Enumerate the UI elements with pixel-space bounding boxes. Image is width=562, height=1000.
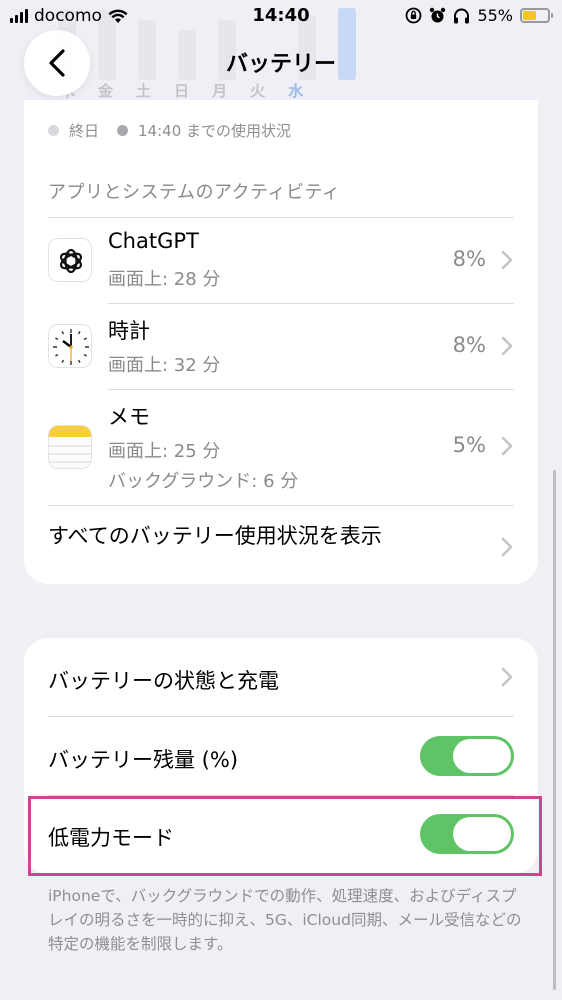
- legend-all-day: 終日: [69, 122, 100, 140]
- scrollbar[interactable]: [553, 470, 556, 990]
- app-background-time: バックグラウンド: 6 分: [108, 471, 299, 492]
- app-row-notes[interactable]: メモ 画面上: 25 分 バックグラウンド: 6 分 5%: [48, 389, 514, 505]
- chevron-right-icon: [501, 336, 513, 356]
- chevron-right-icon: [501, 436, 513, 456]
- app-name: 時計: [108, 319, 150, 343]
- low-power-mode-toggle[interactable]: [420, 814, 514, 854]
- show-all-battery-usage[interactable]: すべてのバッテリー使用状況を表示: [48, 520, 382, 550]
- alarm-icon: [430, 7, 446, 23]
- legend-dot: [48, 125, 59, 136]
- battery-percentage-row: バッテリー残量 (%): [24, 717, 538, 795]
- chevron-right-icon: [501, 537, 513, 557]
- day-label-today: 水: [288, 82, 304, 100]
- legend-until-now: 14:40 までの使用状況: [138, 122, 292, 140]
- low-power-mode-description: iPhoneで、バックグラウンドでの動作、処理速度、およびディスプレイの明るさを…: [48, 887, 522, 953]
- chart-legend: 終日 14:40 までの使用状況: [48, 120, 291, 141]
- battery-settings-card: バッテリーの状態と充電 バッテリー残量 (%) 低電力モード: [24, 638, 538, 874]
- day-label: 土: [136, 82, 152, 100]
- app-name: メモ: [108, 405, 150, 429]
- battery-health-label: バッテリーの状態と充電: [48, 669, 279, 693]
- clock-icon: [48, 324, 92, 368]
- battery-icon: [520, 8, 553, 23]
- headphones-icon: [454, 8, 470, 23]
- rotation-lock-icon: [406, 7, 422, 24]
- status-bar: docomo 14:40 55%: [0, 0, 562, 34]
- legend-dot: [117, 125, 129, 136]
- day-label: 日: [174, 82, 190, 100]
- activity-section-header: アプリとシステムのアクティビティ: [48, 182, 341, 203]
- chatgpt-icon: [48, 238, 92, 282]
- battery-percentage-toggle[interactable]: [420, 736, 514, 776]
- chevron-right-icon: [501, 667, 513, 687]
- day-label: 火: [250, 82, 266, 100]
- activity-card: 終日 14:40 までの使用状況 アプリとシステムのアクティビティ ChatGP…: [24, 100, 538, 584]
- app-row-chatgpt[interactable]: ChatGPT 画面上: 28 分 8%: [48, 217, 514, 303]
- low-power-mode-label: 低電力モード: [48, 826, 174, 850]
- app-screen-time: 画面上: 32 分: [108, 355, 221, 376]
- app-percent: 8%: [452, 333, 486, 357]
- low-power-mode-row: 低電力モード: [24, 796, 538, 874]
- chevron-right-icon: [501, 250, 513, 270]
- day-label: 金: [98, 82, 114, 100]
- chart-day-labels: 木 金 土 日 月 火 水: [60, 80, 303, 101]
- app-percent: 5%: [452, 433, 486, 457]
- battery-percent: 55%: [477, 6, 513, 25]
- app-screen-time: 画面上: 28 分: [108, 269, 221, 290]
- battery-percentage-label: バッテリー残量 (%): [48, 748, 239, 772]
- app-percent: 8%: [452, 247, 486, 271]
- app-name: ChatGPT: [108, 229, 199, 253]
- battery-settings-screen: 木 金 土 日 月 火 水 docomo 14:40: [0, 0, 562, 1000]
- divider: [48, 505, 514, 506]
- app-row-clock[interactable]: 時計 画面上: 32 分 8%: [48, 303, 514, 389]
- page-title: バッテリー: [225, 52, 336, 77]
- notes-icon: [48, 425, 92, 469]
- day-label: 月: [212, 82, 228, 100]
- app-screen-time: 画面上: 25 分: [108, 441, 221, 462]
- battery-health-row[interactable]: バッテリーの状態と充電: [24, 638, 538, 716]
